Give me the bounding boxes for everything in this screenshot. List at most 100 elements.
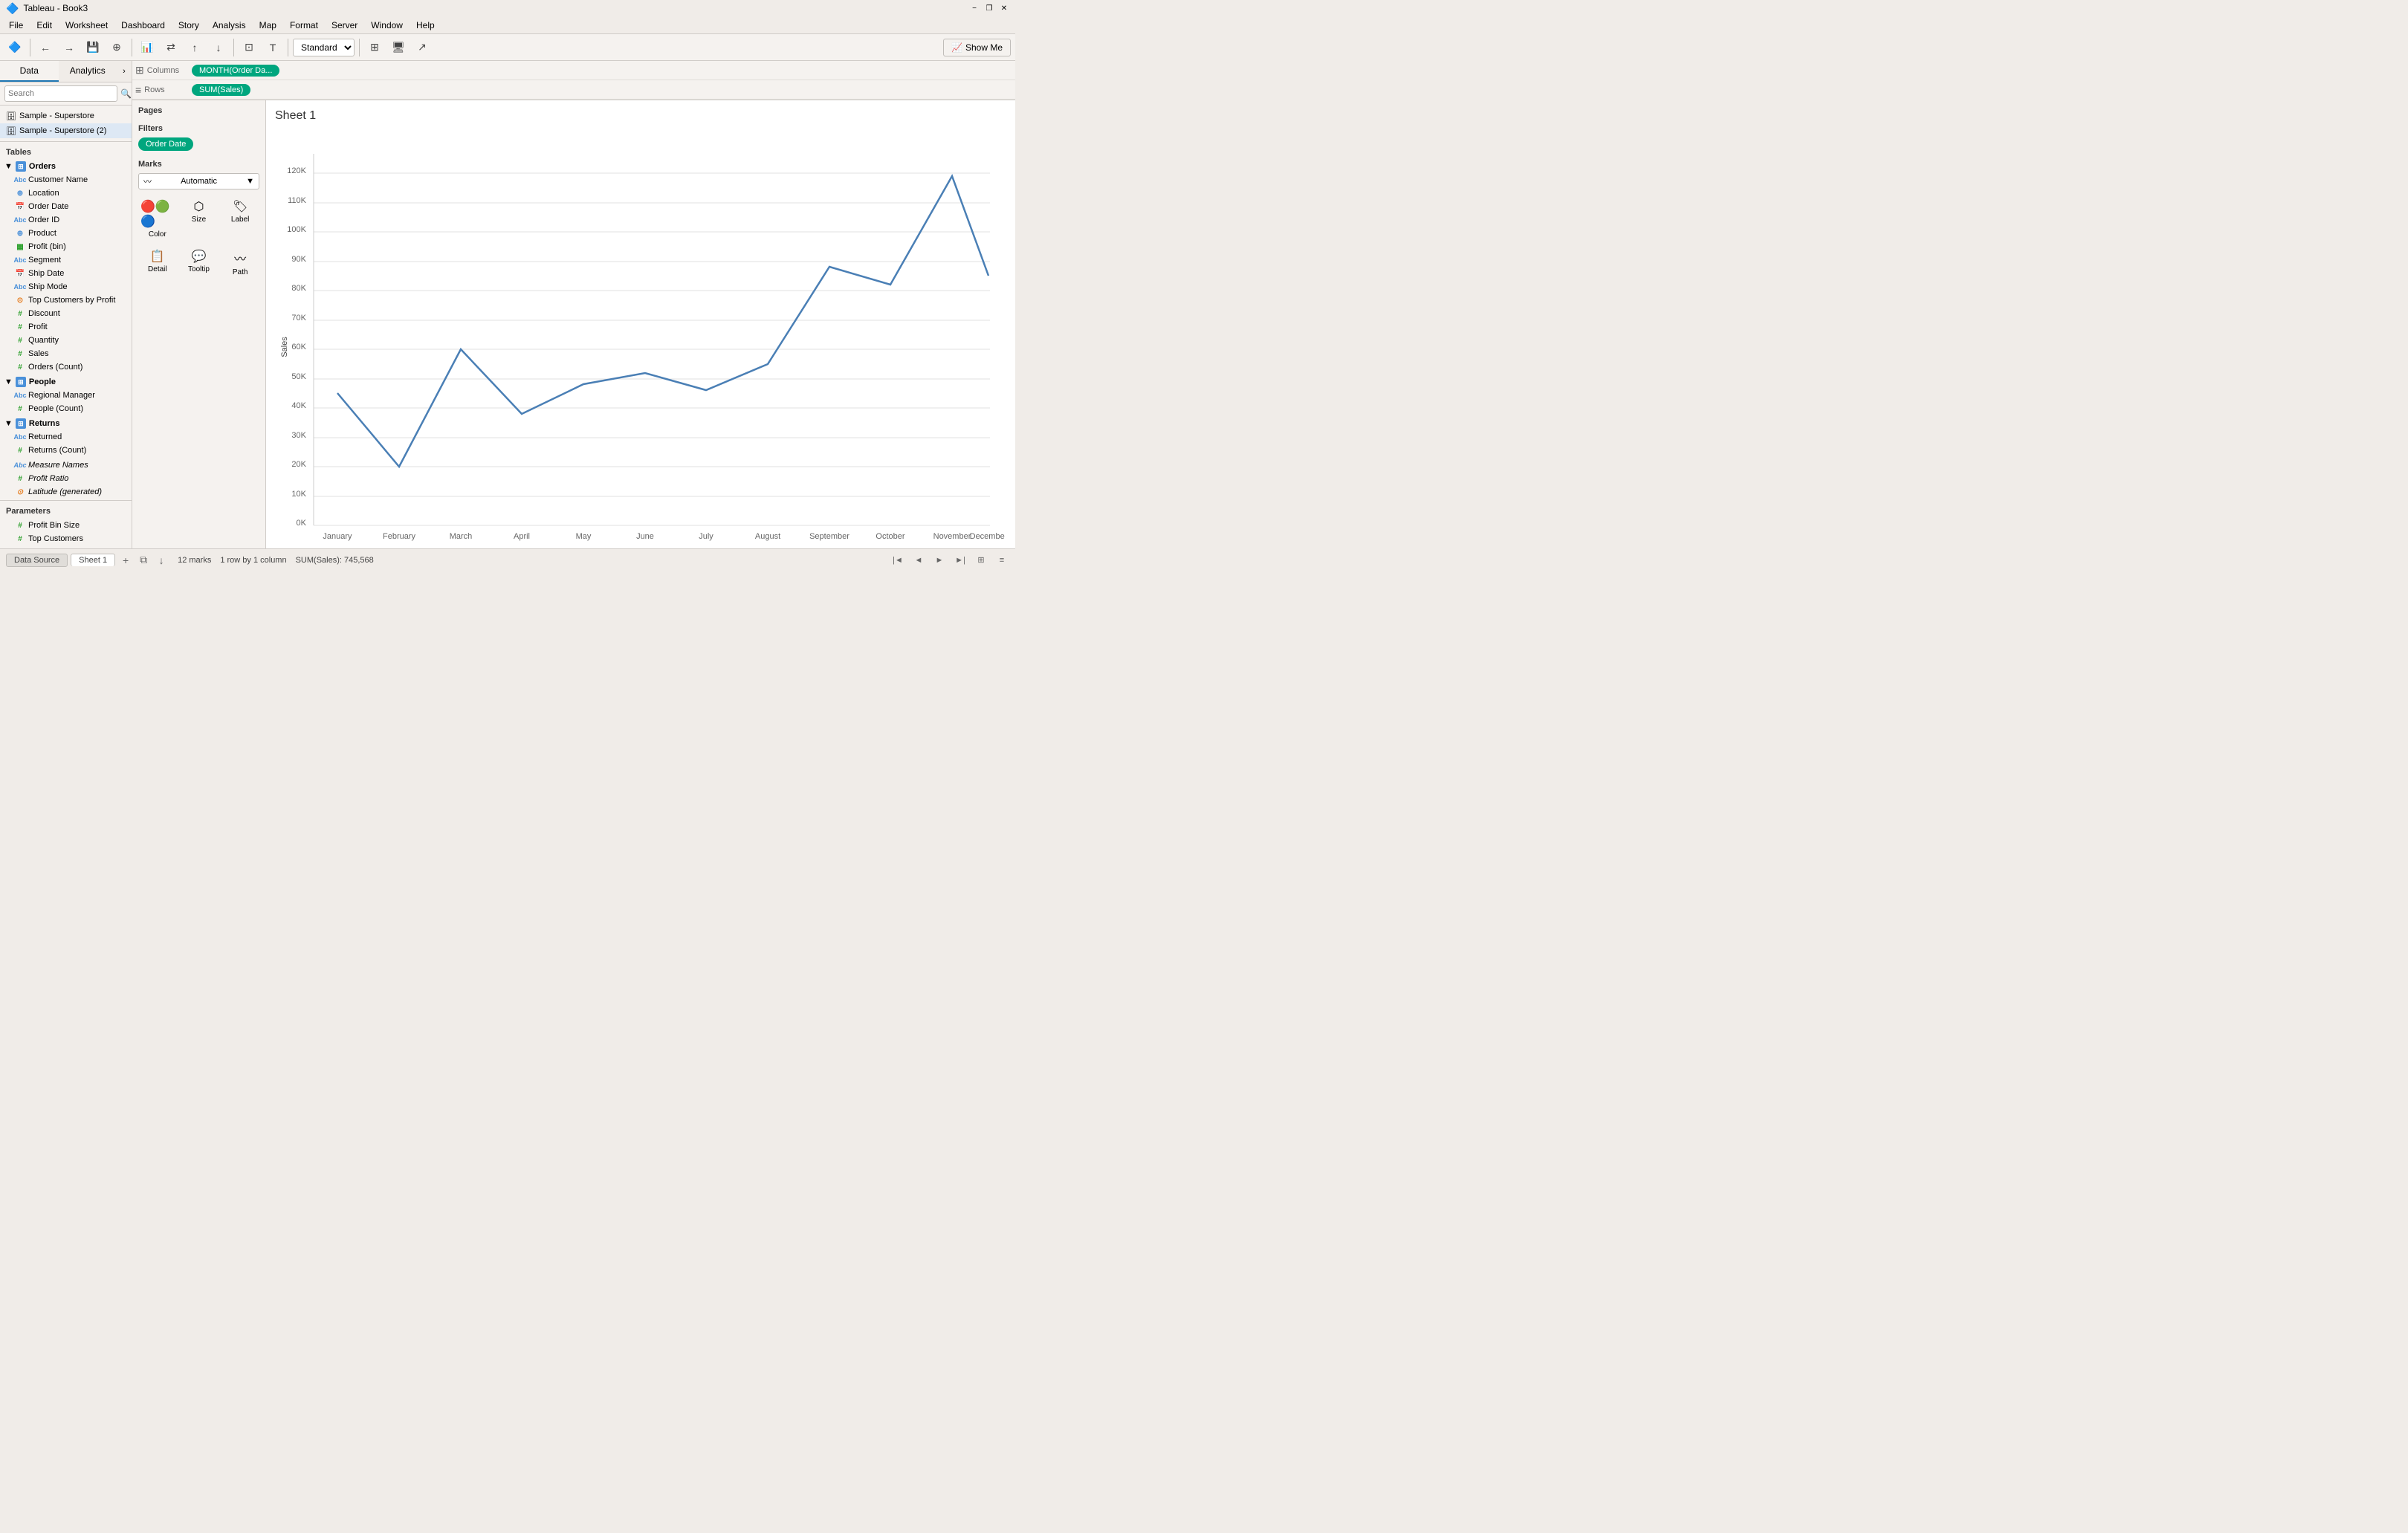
menu-edit[interactable]: Edit [30, 19, 58, 32]
abc-icon-4: Abc [15, 282, 25, 292]
menu-map[interactable]: Map [253, 19, 282, 32]
duplicate-sheet-btn[interactable]: ⧉ [136, 553, 151, 568]
list-view-btn[interactable]: ≡ [994, 553, 1009, 568]
columns-pill[interactable]: MONTH(Order Da... [192, 65, 279, 77]
toolbar: 🔷 ← → 💾 ⊕ 📊 ⇄ ↑ ↓ ⊡ T Standard ⊞ 🖥 ↗ 📈 S… [0, 34, 1015, 61]
rows-text: Rows [144, 85, 165, 94]
tab-data[interactable]: Data [0, 61, 59, 82]
close-button[interactable]: ✕ [999, 3, 1009, 13]
save-btn[interactable]: 💾 [82, 37, 103, 58]
fit-btn[interactable]: ⊡ [239, 37, 259, 58]
menu-story[interactable]: Story [172, 19, 205, 32]
datasource-2[interactable]: 🗄 Sample - Superstore (2) [0, 123, 132, 138]
field-returned[interactable]: Abc Returned [0, 430, 132, 444]
data-source-tab[interactable]: Data Source [6, 554, 68, 567]
field-people-count[interactable]: # People (Count) [0, 402, 132, 415]
marks-path-btn[interactable]: 〰 Path [221, 245, 259, 280]
export-sheet-btn[interactable]: ↓ [154, 553, 169, 568]
show-me-button[interactable]: 📈 Show Me [943, 39, 1011, 56]
search-icon[interactable]: 🔍 [120, 88, 132, 99]
field-group-returns: ▼ ⊞ Returns Abc Returned # Returns (Coun… [0, 417, 132, 457]
marks-tooltip-btn[interactable]: 💬 Tooltip [180, 245, 219, 280]
left-panel: Data Analytics › 🔍 ▼ ⊞ 🗄 Sample - Supers… [0, 61, 132, 548]
marks-color-label: Color [149, 230, 166, 239]
sort-desc-btn[interactable]: ↓ [208, 37, 229, 58]
tab-analytics[interactable]: Analytics [59, 61, 117, 82]
menu-help[interactable]: Help [410, 19, 441, 32]
menu-window[interactable]: Window [365, 19, 409, 32]
menu-server[interactable]: Server [326, 19, 363, 32]
field-top-customers[interactable]: ⊙ Top Customers by Profit [0, 294, 132, 307]
undo-btn[interactable]: ← [35, 37, 56, 58]
svg-text:May: May [576, 532, 592, 541]
nav-first-btn[interactable]: |◄ [890, 553, 905, 568]
globe-icon: ⊙ [15, 295, 25, 305]
param-top-customers[interactable]: # Top Customers [0, 532, 132, 545]
nav-next-btn[interactable]: ► [932, 553, 947, 568]
nav-last-btn[interactable]: ►| [953, 553, 968, 568]
menu-worksheet[interactable]: Worksheet [59, 19, 114, 32]
field-returns-count[interactable]: # Returns (Count) [0, 444, 132, 457]
field-customer-name[interactable]: Abc Customer Name [0, 173, 132, 187]
sort-asc-btn[interactable]: ↑ [184, 37, 205, 58]
menu-analysis[interactable]: Analysis [207, 19, 252, 32]
marks-type-dropdown[interactable]: 〰 Automatic ▼ [138, 173, 259, 189]
field-ship-date[interactable]: 📅 Ship Date [0, 267, 132, 280]
datasource-1[interactable]: 🗄 Sample - Superstore [0, 108, 132, 123]
field-label: Discount [28, 309, 60, 318]
field-product[interactable]: ⊕ Product [0, 227, 132, 240]
field-segment[interactable]: Abc Segment [0, 253, 132, 267]
field-regional-manager[interactable]: Abc Regional Manager [0, 389, 132, 402]
nav-prev-btn[interactable]: ◄ [911, 553, 926, 568]
swap-btn[interactable]: ⇄ [161, 37, 181, 58]
marks-title: Marks [138, 160, 259, 169]
chart-type-btn[interactable]: 📊 [137, 37, 158, 58]
menu-dashboard[interactable]: Dashboard [115, 19, 171, 32]
hash-icon-2: # [15, 322, 25, 332]
menu-file[interactable]: File [3, 19, 29, 32]
share-btn[interactable]: ↗ [412, 37, 433, 58]
field-sales[interactable]: # Sales [0, 347, 132, 360]
field-group-returns-header[interactable]: ▼ ⊞ Returns [0, 417, 132, 430]
label-btn[interactable]: T [262, 37, 283, 58]
redo-btn[interactable]: → [59, 37, 80, 58]
minimize-button[interactable]: − [969, 3, 980, 13]
marks-size-btn[interactable]: ⬡ Size [180, 195, 219, 242]
menu-bar: File Edit Worksheet Dashboard Story Anal… [0, 16, 1015, 34]
menu-format[interactable]: Format [284, 19, 324, 32]
new-datasource-btn[interactable]: ⊕ [106, 37, 127, 58]
field-orders-count[interactable]: # Orders (Count) [0, 360, 132, 374]
marks-path-label: Path [233, 268, 248, 276]
field-order-id[interactable]: Abc Order ID [0, 213, 132, 227]
device-btn[interactable]: 🖥 [388, 37, 409, 58]
group-icon: ⊕ [15, 228, 25, 239]
field-group-people-header[interactable]: ▼ ⊞ People [0, 375, 132, 389]
field-order-date[interactable]: 📅 Order Date [0, 200, 132, 213]
tableau-home-btn[interactable]: 🔷 [4, 37, 25, 58]
restore-button[interactable]: ❐ [984, 3, 994, 13]
grid-btn[interactable]: ⊞ [364, 37, 385, 58]
field-ship-mode[interactable]: Abc Ship Mode [0, 280, 132, 294]
marks-detail-btn[interactable]: 📋 Detail [138, 245, 177, 280]
tableau-logo: 🔷 [6, 2, 19, 15]
field-latitude[interactable]: ⊙ Latitude (generated) [0, 485, 132, 499]
filter-pill-order-date[interactable]: Order Date [138, 137, 193, 151]
field-measure-names[interactable]: Abc Measure Names [0, 458, 132, 472]
field-discount[interactable]: # Discount [0, 307, 132, 320]
field-location[interactable]: ⊕ Location [0, 187, 132, 200]
search-input[interactable] [4, 85, 117, 102]
standard-select[interactable]: Standard [293, 39, 355, 56]
marks-color-btn[interactable]: 🔴🟢🔵 Color [138, 195, 177, 242]
param-profit-bin-size[interactable]: # Profit Bin Size [0, 519, 132, 532]
field-profit[interactable]: # Profit [0, 320, 132, 334]
field-profit-ratio[interactable]: # Profit Ratio [0, 472, 132, 485]
field-quantity[interactable]: # Quantity [0, 334, 132, 347]
field-profit-bin[interactable]: ▦ Profit (bin) [0, 240, 132, 253]
rows-pill[interactable]: SUM(Sales) [192, 84, 250, 96]
sheet1-tab[interactable]: Sheet 1 [71, 554, 115, 566]
add-sheet-btn[interactable]: + [118, 553, 133, 568]
field-group-orders-header[interactable]: ▼ ⊞ Orders [0, 160, 132, 173]
panel-close-btn[interactable]: › [117, 61, 132, 82]
marks-label-btn[interactable]: 🏷 Label [221, 195, 259, 242]
grid-view-btn[interactable]: ⊞ [974, 553, 988, 568]
